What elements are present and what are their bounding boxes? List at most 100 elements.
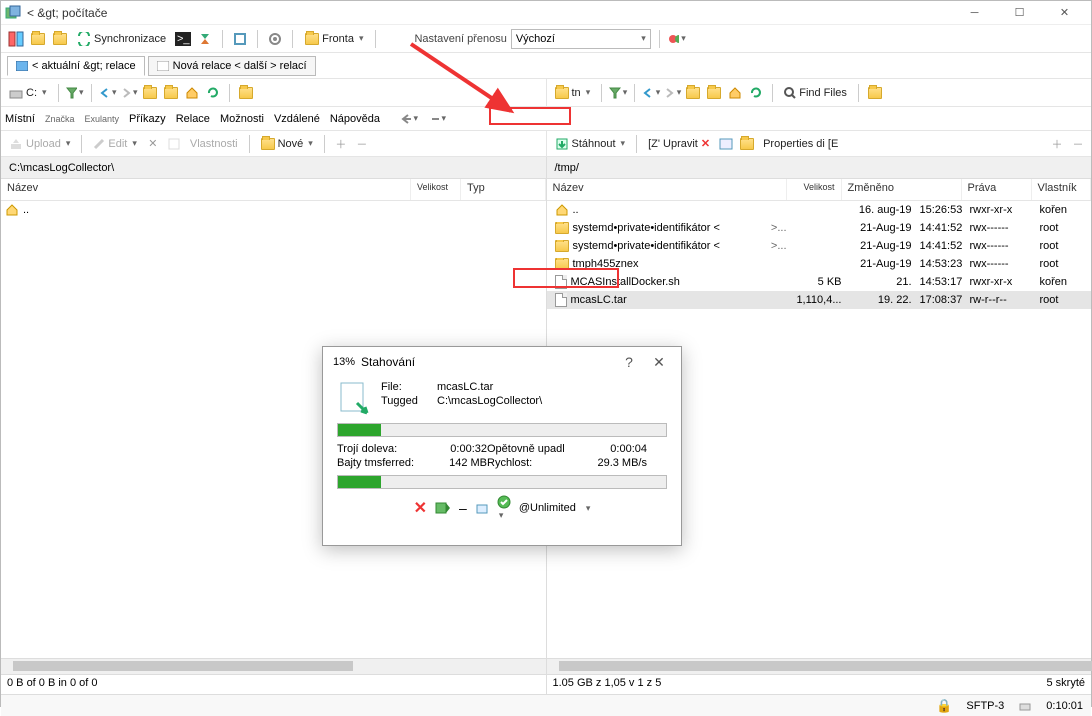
menu-options[interactable]: Možnosti [220,113,264,125]
rcol-rights[interactable]: Práva [962,179,1032,200]
remote-props-icon[interactable] [717,135,735,153]
window-title: < &gt; počítače [27,6,952,20]
sync-folder2-icon[interactable] [51,30,69,48]
synchronize-button[interactable]: Synchronizace [73,30,170,48]
table-row[interactable]: ..16. aug-1915:26:53rwxr-xr-xkořen [547,201,1092,219]
queue-button[interactable]: Fronta▾ [301,31,367,47]
list-item-up[interactable]: .. [1,201,546,219]
local-drive-dropdown[interactable]: C:▾ [5,85,51,101]
remote-edit-button[interactable]: [Z' Upravit✕ [644,135,714,152]
local-home-icon[interactable] [183,84,201,102]
local-nav: C:▾ ▾ ▾ ▾ [1,79,546,106]
local-sync-icon[interactable] [237,84,255,102]
minus-icon[interactable]: － [353,135,371,153]
remote-sync-icon[interactable] [866,84,884,102]
remote-new-icon[interactable] [738,135,756,153]
dialog-help-button[interactable]: ? [617,354,641,370]
session-tab-active[interactable]: < aktuální &gt; relace [7,56,145,76]
properties-button[interactable]: Vlastnosti [186,136,242,152]
dlg-skip-icon[interactable] [435,501,451,515]
local-fwd-icon[interactable]: ▾ [120,84,138,102]
col-name[interactable]: Název [1,179,411,200]
local-filter-icon[interactable]: ▾ [66,84,84,102]
remote-plus-icon[interactable]: ＋ [1048,135,1066,153]
gear-icon[interactable] [266,30,284,48]
remote-up-folder-icon[interactable] [684,84,702,102]
local-h-scroll[interactable] [1,658,546,674]
upload-button[interactable]: Upload▾ [5,136,74,152]
local-actions: Upload▾ Edit▾ ✕ Vlastnosti Nové▾ ＋ － [1,131,546,156]
menu-commands[interactable]: Příkazy [129,113,166,125]
dlg-unlimited-label[interactable]: @Unlimited [519,502,576,514]
remote-col-head[interactable]: Název Velikost Změněno Práva Vlastník [547,179,1092,201]
menu-remote[interactable]: Vzdálené [274,113,320,125]
find-files-button[interactable]: Find Files [780,85,851,101]
session-tab-new[interactable]: Nová relace < další > relací [148,56,316,76]
menu-local[interactable]: Místní [5,113,35,125]
menu-help[interactable]: Nápověda [330,113,380,125]
pane-icon[interactable] [7,30,25,48]
remote-refresh-icon[interactable] [747,84,765,102]
remote-minus-icon[interactable]: － [1069,135,1087,153]
menu-session[interactable]: Relace [176,113,210,125]
nav-fwd-icon[interactable]: ▾ [428,110,446,128]
local-path[interactable]: C:\mcasLogCollector\ [1,157,546,179]
remote-back-icon[interactable]: ▾ [642,84,660,102]
sync-folder-icon[interactable] [29,30,47,48]
remote-properties-button[interactable]: Properties di [E [759,136,842,152]
dlg-cancel-icon[interactable]: ✕ [414,498,427,518]
remote-h-scroll[interactable] [547,658,1092,674]
remote-path[interactable]: /tmp/ [546,157,1092,179]
transfer-setting-dropdown[interactable]: Výchozí▾ [511,29,651,49]
table-row[interactable]: mcasLC.tar1,110,4...19. 22.17:08:37rw-r-… [547,291,1092,309]
col-type[interactable]: Typ [461,179,546,200]
plus-icon[interactable]: ＋ [332,135,350,153]
dlg-bytes-value: 142 MB [427,457,487,469]
local-up-folder-icon[interactable] [141,84,159,102]
refresh-icon[interactable] [231,30,249,48]
remote-filter-icon[interactable]: ▾ [609,84,627,102]
rcol-size[interactable]: Velikost [787,179,842,200]
menu-mark[interactable]: Značka [45,114,75,124]
col-size[interactable]: Velikost [411,179,461,200]
rcol-changed[interactable]: Změněno [842,179,962,200]
local-root-folder-icon[interactable] [162,84,180,102]
maximize-button[interactable]: ☐ [997,2,1042,24]
local-status: 0 B of 0 B in 0 of 0 [1,675,546,694]
table-row[interactable]: tmph455znex21-Aug-1914:53:23rwx------roo… [547,255,1092,273]
table-row[interactable]: systemd•private•identifikátor <>...21-Au… [547,237,1092,255]
remote-drive-dropdown[interactable]: tn▾ [551,85,595,101]
new-button[interactable]: Nové▾ [257,136,317,152]
dlg-background-icon[interactable] [475,501,489,515]
progress-bar-1 [337,423,667,437]
local-col-head[interactable]: Název Velikost Typ [1,179,546,201]
disconnect-icon[interactable]: ▾ [668,30,686,48]
dlg-minimize-icon[interactable]: – [459,500,467,516]
menu-exulant[interactable]: Exulanty [84,114,119,124]
props-icon[interactable] [165,135,183,153]
dlg-speed-value: 29.3 MB/s [587,457,647,469]
dlg-file-label: File: [381,381,437,393]
nav-back-icon[interactable]: ▾ [400,110,418,128]
rcol-owner[interactable]: Vlastník [1032,179,1092,200]
dlg-menu-caret[interactable]: ▾ [586,503,591,514]
dlg-speed-icon[interactable]: ▾ [497,495,511,521]
minimize-button[interactable]: ─ [952,2,997,24]
table-row[interactable]: MCASInstallDocker.sh5 KB21.14:53:17rwxr-… [547,273,1092,291]
remote-home-icon[interactable] [726,84,744,102]
table-row[interactable]: systemd•private•identifikátor <>...21-Au… [547,219,1092,237]
edit-button[interactable]: Edit▾ [89,136,141,152]
terminal-icon[interactable]: >_ [174,30,192,48]
remote-root-folder-icon[interactable] [705,84,723,102]
download-button[interactable]: Stáhnout▾ [551,135,630,153]
print-icon [1018,700,1032,712]
local-refresh-icon[interactable] [204,84,222,102]
dialog-close-button[interactable]: ✕ [647,354,671,371]
remote-fwd-icon[interactable]: ▾ [663,84,681,102]
transfer-icon[interactable] [196,30,214,48]
delete-icon[interactable]: ✕ [144,135,162,153]
local-back-icon[interactable]: ▾ [99,84,117,102]
rcol-name[interactable]: Název [547,179,787,200]
close-button[interactable]: ✕ [1042,2,1087,24]
app-icon [5,5,21,21]
